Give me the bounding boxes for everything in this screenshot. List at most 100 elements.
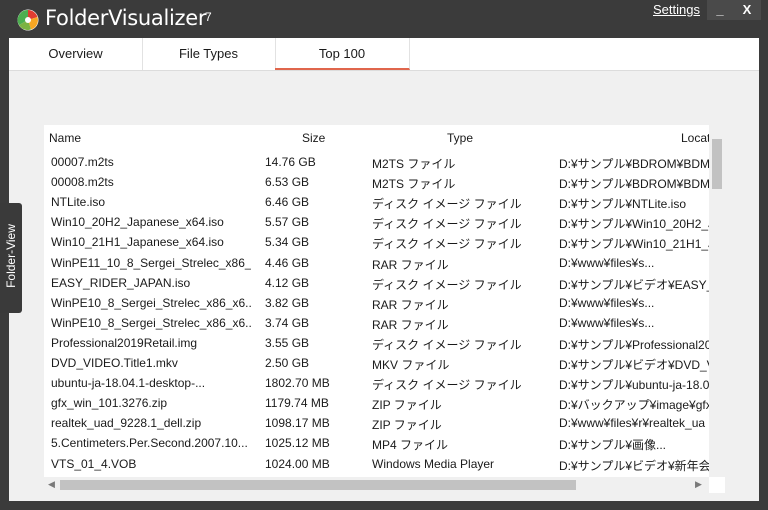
cell-type: Windows Media Player (372, 456, 495, 471)
table-row[interactable]: ubuntu-ja-18.04.1-desktop-... 1802.70 MB デ… (44, 373, 709, 393)
table-row[interactable]: realtek_uad_9228.1_dell.zip 1098.17 MB ZIP… (44, 413, 709, 433)
cell-type: ZIP ファイル (372, 398, 442, 413)
cell-type: ZIP ファイル (372, 418, 442, 433)
table-row[interactable]: NTLite.iso 6.46 GB ディスク イメージ ファイル D:¥サンプル¥N… (44, 192, 709, 212)
tab-bar: Overview File Types Top 100 (9, 38, 759, 71)
cell-location: D:¥サンプル¥BDROM¥BDMV (559, 157, 709, 171)
horizontal-scrollbar[interactable]: ◀ ▶ (44, 477, 709, 493)
cell-location: D:¥www¥files¥s... (559, 255, 655, 270)
cell-size: 6.46 GB (265, 195, 310, 210)
folder-view-side-tab[interactable]: Folder-View (0, 203, 22, 313)
cell-name: ubuntu-ja-18.04.1-desktop-... (51, 376, 206, 391)
table-row[interactable]: gfx_win_101.3276.zip 1179.74 MB ZIP ファイル D:… (44, 393, 709, 413)
cell-type: M2TS ファイル (372, 177, 456, 192)
table-row[interactable]: VTS_01_4.VOB 1024.00 MB Windows Media Play… (44, 454, 709, 474)
table-row[interactable]: Win10_21H1_Japanese_x64.iso 5.34 GB ディスク イ… (44, 232, 709, 252)
tab-overview[interactable]: Overview (9, 38, 143, 70)
cell-type: ディスク イメージ ファイル (372, 277, 522, 292)
cell-name: Professional2019Retail.img (51, 335, 198, 350)
cell-location: D:¥サンプル¥Win10_20H2_Ja (559, 217, 709, 232)
cell-location: D:¥サンプル¥ビデオ¥DVD_VID (559, 358, 709, 372)
cell-size: 4.46 GB (265, 255, 310, 270)
cell-size: 14.76 GB (265, 155, 316, 169)
cell-name: Win10_20H2_Japanese_x64.iso (51, 215, 224, 230)
table-row[interactable]: Win10_20H2_Japanese_x64.iso 5.57 GB ディスク イ… (44, 212, 709, 232)
app-version: 7 (205, 10, 212, 24)
settings-link[interactable]: Settings (653, 2, 700, 17)
cell-location: D:¥サンプル¥ビデオ¥EASY_RIDE (559, 277, 709, 292)
cell-name: WinPE11_10_8_Sergei_Strelec_x86_... (51, 255, 251, 270)
cell-name: VTS_01_4.VOB (51, 456, 137, 471)
cell-type: MP4 ファイル (372, 438, 449, 453)
cell-location: D:¥サンプル¥ubuntu-ja-18.04 (559, 378, 709, 393)
table-row[interactable]: 00008.m2ts 6.53 GB M2TS ファイル D:¥サンプル¥BDROM¥… (44, 172, 709, 192)
tab-file-types[interactable]: File Types (142, 38, 276, 70)
vertical-scroll-thumb[interactable] (712, 139, 722, 189)
cell-type: ディスク イメージ ファイル (372, 217, 522, 232)
cell-name: WinPE10_8_Sergei_Strelec_x86_x6... (51, 295, 251, 310)
folder-view-label: Folder-View (4, 224, 18, 288)
column-header-type[interactable]: Type (447, 131, 473, 145)
cell-type: RAR ファイル (372, 257, 449, 272)
cell-name: 00008.m2ts (51, 175, 114, 190)
cell-type: M2TS ファイル (372, 157, 456, 171)
horizontal-scroll-thumb[interactable] (60, 480, 576, 490)
cell-size: 1025.12 MB (265, 436, 330, 451)
cell-type: ディスク イメージ ファイル (372, 337, 522, 352)
cell-name: WinPE10_8_Sergei_Strelec_x86_x6... (51, 315, 251, 330)
cell-name: NTLite.iso (51, 195, 106, 210)
table-row[interactable]: WinPE11_10_8_Sergei_Strelec_x86_... 4.46 … (44, 253, 709, 273)
cell-size: 3.74 GB (265, 315, 310, 330)
cell-size: 1179.74 MB (265, 396, 329, 411)
cell-name: EASY_RIDER_JAPAN.iso (51, 275, 191, 290)
cell-location: D:¥バックアップ¥image¥gfx_ (559, 398, 709, 413)
cell-type: ディスク イメージ ファイル (372, 378, 522, 393)
app-title: FolderVisualizer (45, 6, 207, 30)
cell-location: D:¥サンプル¥NTLite.iso (559, 197, 687, 212)
column-header-name[interactable]: Name (49, 131, 81, 145)
tab-top-100[interactable]: Top 100 (275, 38, 410, 70)
table-row[interactable]: 00007.m2ts 14.76 GB M2TS ファイル D:¥サンプル¥BDROM… (44, 152, 709, 172)
cell-type: MKV ファイル (372, 358, 450, 372)
cell-name: Win10_21H1_Japanese_x64.iso (51, 235, 224, 250)
top-files-table: Name Size Type Locat 00007.m2ts 14.76 GB M… (44, 125, 725, 493)
cell-size: 6.53 GB (265, 175, 310, 190)
table-header: Name Size Type Locat (44, 125, 725, 150)
title-bar: FolderVisualizer 7 Settings _ X (0, 0, 768, 38)
vertical-scrollbar[interactable] (709, 125, 725, 477)
cell-location: D:¥www¥files¥s... (559, 295, 655, 310)
table-row[interactable]: WinPE10_8_Sergei_Strelec_x86_x6... 3.82 G… (44, 293, 709, 313)
cell-type: RAR ファイル (372, 317, 449, 332)
cell-name: realtek_uad_9228.1_dell.zip (51, 416, 202, 431)
table-row[interactable]: 5.Centimeters.Per.Second.2007.10... 1025.… (44, 433, 709, 453)
table-row[interactable]: EASY_RIDER_JAPAN.iso 4.12 GB ディスク イメージ ファイ… (44, 273, 709, 293)
cell-type: ディスク イメージ ファイル (372, 197, 522, 212)
cell-name: DVD_VIDEO.Title1.mkv (51, 356, 178, 370)
table-row[interactable]: Professional2019Retail.img 3.55 GB ディスク イメ… (44, 333, 709, 353)
column-header-size[interactable]: Size (302, 131, 325, 145)
cell-name: 5.Centimeters.Per.Second.2007.10... (51, 436, 248, 451)
cell-size: 1802.70 MB (265, 376, 330, 391)
cell-name: 00007.m2ts (51, 155, 114, 169)
cell-size: 1098.17 MB (265, 416, 330, 431)
app-logo-icon (17, 9, 39, 31)
column-header-location[interactable]: Locat (681, 131, 710, 145)
minimize-button[interactable]: _ (707, 0, 733, 20)
cell-location: D:¥サンプル¥画像... (559, 438, 666, 453)
table-row[interactable]: DVD_VIDEO.Title1.mkv 2.50 GB MKV ファイル D:¥サン… (44, 353, 709, 373)
cell-location: D:¥www¥files¥r¥realtek_ua (559, 416, 706, 431)
close-button[interactable]: X (733, 0, 761, 20)
cell-size: 3.55 GB (265, 335, 310, 350)
cell-location: D:¥サンプル¥ビデオ¥新年会¥V (559, 458, 709, 473)
chevron-left-icon[interactable]: ◀ (48, 479, 55, 490)
table-row[interactable]: WinPE10_8_Sergei_Strelec_x86_x6... 3.74 G… (44, 313, 709, 333)
cell-size: 5.34 GB (265, 235, 310, 250)
cell-size: 4.12 GB (265, 275, 310, 290)
cell-size: 5.57 GB (265, 215, 310, 230)
cell-type: RAR ファイル (372, 297, 449, 312)
cell-size: 3.82 GB (265, 295, 310, 310)
cell-size: 1024.00 MB (265, 456, 330, 471)
chevron-right-icon[interactable]: ▶ (695, 479, 702, 490)
cell-size: 2.50 GB (265, 356, 310, 370)
cell-location: D:¥www¥files¥s... (559, 315, 655, 330)
